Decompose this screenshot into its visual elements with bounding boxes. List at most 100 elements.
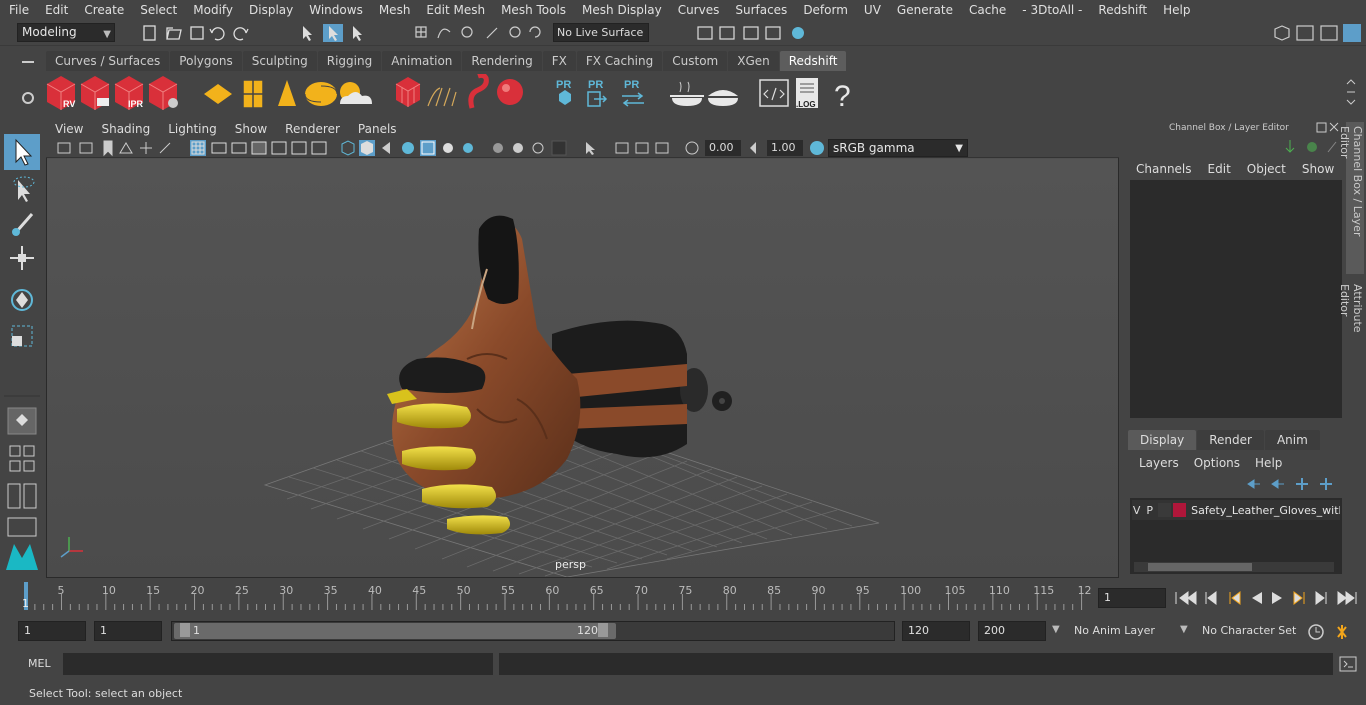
viewport-menu-panels[interactable]: Panels [349, 122, 406, 136]
safe-action-icon[interactable] [291, 141, 307, 155]
color-management-icon[interactable] [810, 141, 824, 155]
menu-surfaces[interactable]: Surfaces [726, 0, 794, 20]
menu-modify[interactable]: Modify [184, 0, 240, 20]
step-back-frame-icon[interactable] [1229, 591, 1241, 605]
viewport-menu-renderer[interactable]: Renderer [276, 122, 349, 136]
menu-uv[interactable]: UV [855, 0, 888, 20]
viewport-menu-shading[interactable]: Shading [92, 122, 159, 136]
snap-grid-icon[interactable] [415, 26, 427, 38]
hypershade-icon[interactable] [792, 27, 804, 39]
screen-space-ao-icon[interactable] [493, 143, 503, 153]
menu-mesh-tools[interactable]: Mesh Tools [492, 0, 573, 20]
range-slider-start-handle[interactable] [180, 623, 190, 637]
menu-select[interactable]: Select [131, 0, 184, 20]
shelf-tab-rigging[interactable]: Rigging [317, 51, 382, 71]
viewport-menu-lighting[interactable]: Lighting [159, 122, 226, 136]
layout-four-icon[interactable] [9, 460, 35, 472]
float-panel-icon[interactable] [1316, 122, 1327, 133]
new-layer-icon[interactable] [1296, 478, 1308, 490]
layout-single-icon[interactable] [9, 445, 35, 457]
shelf-tab-fx-caching[interactable]: FX Caching [576, 51, 663, 71]
range-slider[interactable]: 1 120 [171, 621, 895, 641]
layer-visibility-toggle[interactable]: V [1132, 504, 1141, 517]
rs-volume-icon[interactable] [468, 74, 489, 109]
menu-help[interactable]: Help [1154, 0, 1197, 20]
move-layer-up-icon[interactable] [1247, 479, 1260, 489]
script-editor-icon[interactable] [1338, 655, 1358, 673]
shelf-scroll-icon[interactable] [1346, 79, 1356, 105]
range-slider-bar[interactable] [174, 623, 616, 639]
new-layer-selected-icon[interactable] [1320, 478, 1332, 490]
menu-edit[interactable]: Edit [36, 0, 75, 20]
layer-menu-help[interactable]: Help [1255, 456, 1282, 470]
chevron-down-icon[interactable]: ▼ [1052, 624, 1060, 635]
rs-proxy-icon[interactable] [395, 77, 421, 107]
end-time-field[interactable]: 200 [978, 621, 1046, 641]
menu-deform[interactable]: Deform [794, 0, 855, 20]
shadows-icon[interactable] [463, 143, 473, 153]
mode-selector[interactable]: Modeling ▼ [17, 23, 115, 42]
film-gate-icon[interactable] [211, 142, 227, 154]
field-chart-icon[interactable] [271, 141, 287, 155]
pr-import-icon[interactable]: PR [587, 79, 608, 107]
select-camera-icon[interactable] [57, 142, 71, 154]
manipulator-icon[interactable] [1285, 140, 1295, 153]
layer-scrollbar-thumb[interactable] [1148, 563, 1252, 571]
shelf-tab-redshift[interactable]: Redshift [779, 51, 847, 71]
channel-list[interactable] [1130, 180, 1342, 418]
grease-pencil-icon[interactable] [159, 142, 171, 154]
rs-script-editor-icon[interactable] [759, 79, 789, 107]
xray-joints-icon[interactable] [615, 142, 629, 154]
viewport-scene[interactable] [47, 159, 1118, 577]
image-plane-icon[interactable] [119, 142, 133, 154]
select-by-component-icon[interactable] [353, 26, 362, 41]
viewport-menu-view[interactable]: View [46, 122, 92, 136]
rs-light-icon[interactable] [204, 84, 232, 104]
layer-tab-render[interactable]: Render [1197, 430, 1264, 450]
go-to-end-icon[interactable] [1337, 591, 1357, 605]
rs-log-icon[interactable]: .LOG [796, 78, 818, 109]
menu-cache[interactable]: Cache [960, 0, 1013, 20]
menu-display[interactable]: Display [240, 0, 300, 20]
pr-sync-icon[interactable]: PR [622, 79, 644, 107]
redshift-render-settings-icon[interactable] [148, 76, 178, 110]
shelf-tab-fx[interactable]: FX [542, 51, 576, 71]
render-settings-icon[interactable] [765, 26, 781, 40]
channel-box-toggle-icon[interactable] [1343, 24, 1361, 42]
current-frame-field[interactable]: 1 [1098, 588, 1166, 608]
snap-curve-icon[interactable] [437, 28, 451, 39]
live-surface-field[interactable]: No Live Surface [553, 23, 649, 42]
shelf-tab-rendering[interactable]: Rendering [462, 51, 542, 71]
range-slider-end-handle[interactable] [598, 623, 608, 637]
safe-title-icon[interactable] [311, 141, 327, 155]
modeling-toolkit-icon[interactable] [1274, 25, 1290, 41]
snap-view-icon[interactable] [486, 27, 498, 39]
tab-attribute-editor[interactable]: Attribute Editor [1338, 280, 1364, 372]
redshift-batch-render-icon[interactable] [80, 76, 110, 110]
hyper-icon[interactable] [1327, 141, 1337, 153]
use-all-lights-icon[interactable] [443, 143, 453, 153]
menu-mesh[interactable]: Mesh [370, 0, 418, 20]
select-by-hierarchy-icon[interactable] [303, 26, 312, 41]
backface-icon[interactable] [655, 142, 669, 154]
start-time-field[interactable]: 1 [18, 621, 86, 641]
shelf-tab-animation[interactable]: Animation [382, 51, 462, 71]
new-scene-icon[interactable] [143, 25, 156, 41]
render-view-icon[interactable] [697, 26, 713, 40]
menu-mesh-display[interactable]: Mesh Display [573, 0, 669, 20]
speed-icon[interactable] [1307, 142, 1317, 152]
layer-tab-display[interactable]: Display [1128, 430, 1197, 450]
channel-box-menu-channels[interactable]: Channels [1136, 162, 1192, 176]
rs-help-icon[interactable]: ? [834, 80, 851, 113]
shelf-tab-custom[interactable]: Custom [663, 51, 728, 71]
menu-create[interactable]: Create [75, 0, 131, 20]
smooth-shade-icon[interactable] [361, 141, 373, 155]
camera-attributes-icon[interactable] [79, 142, 93, 154]
playback-end-field[interactable]: 120 [902, 621, 970, 641]
ipr-render-icon[interactable] [743, 26, 759, 40]
exposure-field[interactable]: 0.00 [705, 140, 741, 156]
depth-of-field-icon[interactable] [551, 140, 567, 156]
viewport-menu-show[interactable]: Show [226, 122, 276, 136]
layer-scrollbar[interactable] [1134, 562, 1334, 572]
layer-tab-anim[interactable]: Anim [1264, 430, 1320, 450]
